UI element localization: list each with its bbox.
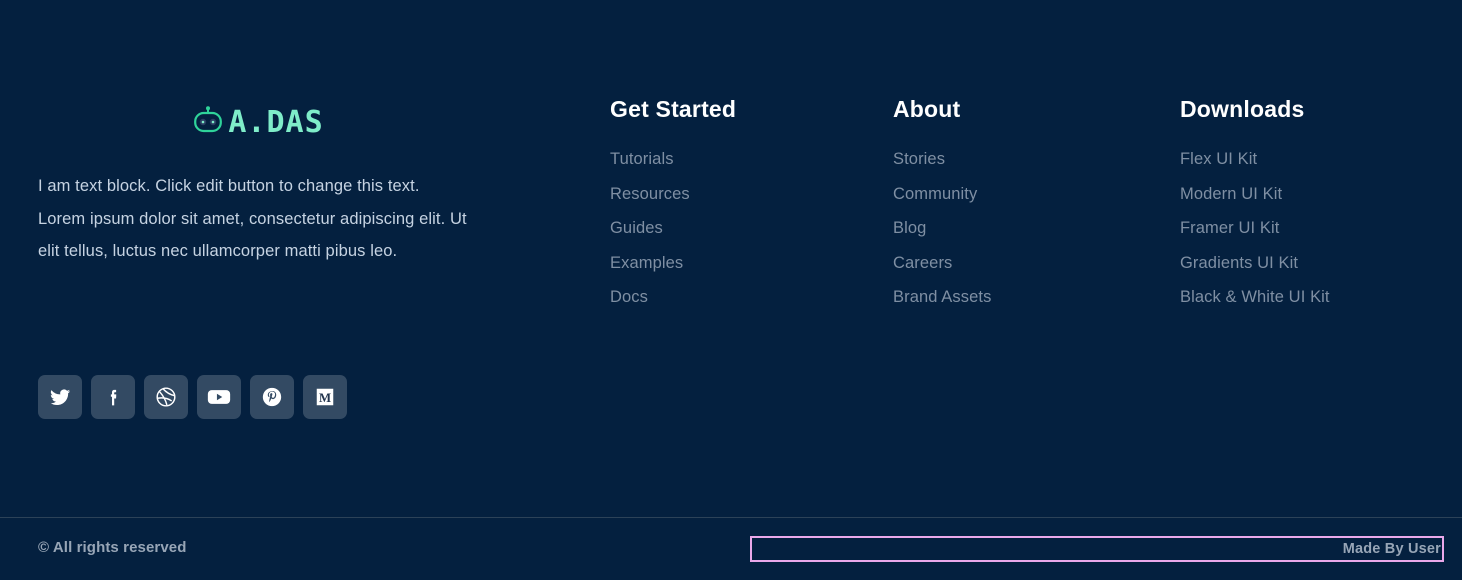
footer-column-get-started: Get Started Tutorials Resources Guides E… <box>610 96 736 307</box>
footer-column-downloads: Downloads Flex UI Kit Modern UI Kit Fram… <box>1180 96 1330 307</box>
twitter-icon <box>50 387 71 408</box>
footer-link-resources[interactable]: Resources <box>610 185 690 203</box>
footer-link-docs[interactable]: Docs <box>610 288 648 306</box>
list-item: Examples <box>610 254 736 273</box>
footer-link-examples[interactable]: Examples <box>610 254 683 272</box>
list-item: Resources <box>610 185 736 204</box>
column-heading: Downloads <box>1180 96 1305 122</box>
social-link-youtube[interactable] <box>197 375 241 419</box>
list-item: Community <box>893 185 991 204</box>
column-link-list: Tutorials Resources Guides Examples Docs <box>610 150 736 307</box>
made-by-highlight-box[interactable]: Made By User <box>750 536 1444 562</box>
list-item: Black & White UI Kit <box>1180 288 1330 307</box>
list-item: Careers <box>893 254 991 273</box>
footer-link-tutorials[interactable]: Tutorials <box>610 150 674 168</box>
brand-column: A.DAS I am text block. Click edit button… <box>38 100 478 268</box>
footer-bottom-bar: © All rights reserved Made By User <box>0 518 1462 580</box>
footer-link-community[interactable]: Community <box>893 185 977 203</box>
column-heading: About <box>893 96 961 122</box>
social-link-facebook[interactable] <box>91 375 135 419</box>
list-item: Gradients UI Kit <box>1180 254 1330 273</box>
social-links: M <box>38 375 347 419</box>
brand-description: I am text block. Click edit button to ch… <box>38 177 467 260</box>
list-item: Brand Assets <box>893 288 991 307</box>
list-item: Framer UI Kit <box>1180 219 1330 238</box>
social-link-twitter[interactable] <box>38 375 82 419</box>
footer-link-flex-ui-kit[interactable]: Flex UI Kit <box>1180 150 1257 168</box>
list-item: Guides <box>610 219 736 238</box>
column-link-list: Stories Community Blog Careers Brand Ass… <box>893 150 991 307</box>
list-item: Modern UI Kit <box>1180 185 1330 204</box>
column-link-list: Flex UI Kit Modern UI Kit Framer UI Kit … <box>1180 150 1330 307</box>
footer-link-modern-ui-kit[interactable]: Modern UI Kit <box>1180 185 1282 203</box>
footer-link-framer-ui-kit[interactable]: Framer UI Kit <box>1180 219 1279 237</box>
social-link-pinterest[interactable] <box>250 375 294 419</box>
column-heading: Get Started <box>610 96 737 122</box>
list-item: Docs <box>610 288 736 307</box>
footer-link-brand-assets[interactable]: Brand Assets <box>893 288 991 306</box>
list-item: Tutorials <box>610 150 736 169</box>
footer-link-careers[interactable]: Careers <box>893 254 952 272</box>
social-link-medium[interactable]: M <box>303 375 347 419</box>
list-item: Flex UI Kit <box>1180 150 1330 169</box>
footer-link-guides[interactable]: Guides <box>610 219 663 237</box>
footer-link-gradients-ui-kit[interactable]: Gradients UI Kit <box>1180 254 1298 272</box>
footer-link-blog[interactable]: Blog <box>893 219 926 237</box>
brand-wordmark: A.DAS <box>228 105 324 140</box>
list-item: Blog <box>893 219 991 238</box>
robot-head-icon <box>192 105 224 141</box>
medium-icon: M <box>314 386 336 408</box>
footer-column-about: About Stories Community Blog Careers Bra… <box>893 96 991 307</box>
footer-link-black-white-ui-kit[interactable]: Black & White UI Kit <box>1180 288 1330 306</box>
svg-text:M: M <box>319 391 331 405</box>
brand-logo[interactable]: A.DAS <box>38 100 478 146</box>
dribbble-icon <box>155 386 177 408</box>
youtube-icon <box>207 388 231 406</box>
made-by-text: Made By User <box>1342 541 1441 557</box>
footer-link-stories[interactable]: Stories <box>893 150 945 168</box>
facebook-icon <box>103 387 124 408</box>
list-item: Stories <box>893 150 991 169</box>
pinterest-icon <box>261 386 283 408</box>
footer-main-area: A.DAS I am text block. Click edit button… <box>0 0 1462 517</box>
social-link-dribbble[interactable] <box>144 375 188 419</box>
copyright-text: © All rights reserved <box>38 539 187 556</box>
site-footer: A.DAS I am text block. Click edit button… <box>0 0 1462 580</box>
